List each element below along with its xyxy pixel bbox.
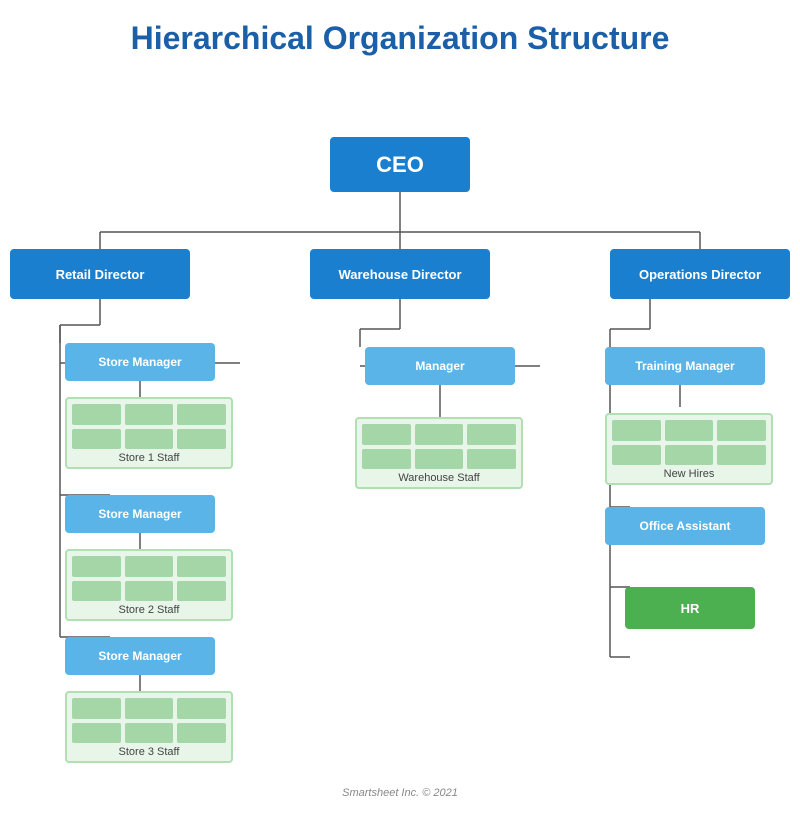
office-assistant-node: Office Assistant	[605, 507, 765, 545]
store-1-staff-label: Store 1 Staff	[67, 452, 231, 464]
staff-cell	[72, 429, 121, 450]
training-manager-node: Training Manager	[605, 347, 765, 385]
chart-container: Hierarchical Organization Structure	[0, 0, 800, 829]
chart-title: Hierarchical Organization Structure	[10, 20, 790, 57]
staff-cell	[362, 449, 411, 470]
staff-cell	[72, 404, 121, 425]
staff-cell	[125, 723, 174, 744]
staff-cell	[177, 723, 226, 744]
staff-cell	[612, 420, 661, 441]
hr-node: HR	[625, 587, 755, 629]
staff-cell	[125, 429, 174, 450]
store-manager-2-node: Store Manager	[65, 495, 215, 533]
retail-director-node: Retail Director	[10, 249, 190, 299]
staff-cell	[177, 581, 226, 602]
warehouse-manager-node: Manager	[365, 347, 515, 385]
staff-cell	[72, 581, 121, 602]
footer-text: Smartsheet Inc. © 2021	[10, 787, 790, 799]
store-2-staff-node: Store 2 Staff	[65, 549, 233, 621]
warehouse-director-node: Warehouse Director	[310, 249, 490, 299]
store-1-staff-node: Store 1 Staff	[65, 397, 233, 469]
staff-cell	[177, 404, 226, 425]
warehouse-staff-node: Warehouse Staff	[355, 417, 523, 489]
store-2-staff-label: Store 2 Staff	[67, 604, 231, 616]
staff-cell	[665, 445, 714, 466]
staff-cell	[717, 445, 766, 466]
staff-cell	[125, 698, 174, 719]
staff-cell	[415, 449, 464, 470]
staff-cell	[72, 723, 121, 744]
staff-cell	[177, 429, 226, 450]
store-manager-1-node: Store Manager	[65, 343, 215, 381]
warehouse-staff-label: Warehouse Staff	[357, 472, 521, 484]
staff-cell	[177, 556, 226, 577]
staff-cell	[362, 424, 411, 445]
staff-cell	[665, 420, 714, 441]
staff-cell	[467, 449, 516, 470]
store-3-staff-label: Store 3 Staff	[67, 746, 231, 758]
staff-cell	[177, 698, 226, 719]
staff-cell	[125, 581, 174, 602]
staff-cell	[612, 445, 661, 466]
staff-cell	[72, 698, 121, 719]
store-3-staff-node: Store 3 Staff	[65, 691, 233, 763]
org-wrapper: CEO Retail Director Warehouse Director O…	[10, 77, 790, 777]
new-hires-node: New Hires	[605, 413, 773, 485]
staff-cell	[467, 424, 516, 445]
operations-director-node: Operations Director	[610, 249, 790, 299]
staff-cell	[415, 424, 464, 445]
ceo-node: CEO	[330, 137, 470, 192]
staff-cell	[125, 404, 174, 425]
staff-cell	[72, 556, 121, 577]
staff-cell	[125, 556, 174, 577]
new-hires-label: New Hires	[607, 468, 771, 480]
staff-cell	[717, 420, 766, 441]
store-manager-3-node: Store Manager	[65, 637, 215, 675]
